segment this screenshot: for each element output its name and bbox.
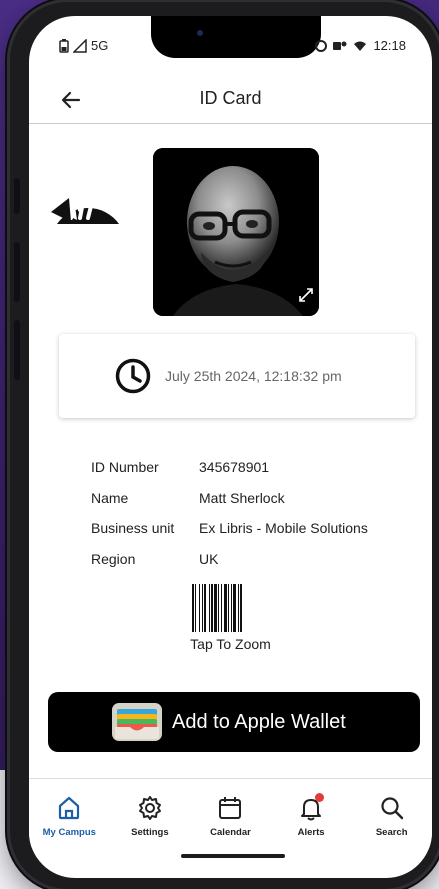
business-unit-value: Ex Libris - Mobile Solutions: [199, 520, 368, 537]
profile-photo[interactable]: [153, 148, 319, 316]
business-unit-row: Business unit Ex Libris - Mobile Solutio…: [91, 513, 368, 544]
tab-label-settings: Settings: [131, 827, 169, 838]
add-to-apple-wallet-button[interactable]: Add to Apple Wallet: [48, 692, 420, 752]
network-label: 5G: [91, 38, 109, 53]
timestamp-card: July 25th 2024, 12:18:32 pm: [59, 334, 415, 418]
alert-badge: [315, 793, 325, 802]
status-right: 12:18: [315, 38, 406, 53]
status-left: 5G: [59, 38, 108, 53]
expand-icon[interactable]: [299, 288, 313, 302]
tab-my-campus[interactable]: My Campus: [29, 779, 110, 848]
volume-up-button: [14, 242, 20, 302]
tab-settings[interactable]: Settings: [110, 779, 191, 848]
region-value: UK: [199, 550, 219, 567]
tab-label-alerts: Alerts: [297, 827, 325, 838]
id-number-label: ID Number: [91, 459, 159, 476]
battery-icon: [59, 38, 69, 53]
phone-frame: 5G 12:18 ID Card July 25th 2024, 12:18:3…: [10, 2, 439, 889]
home-indicator[interactable]: [181, 854, 285, 858]
name-label: Name: [91, 489, 129, 506]
barcode-caption[interactable]: Tap To Zoom: [29, 636, 432, 652]
name-row: Name Matt Sherlock: [91, 483, 368, 514]
search-icon: [381, 797, 403, 820]
barcode[interactable]: [192, 584, 282, 632]
wifi-icon: [354, 41, 367, 51]
business-unit-label: Business unit: [91, 520, 175, 537]
settings-circle-icon: [315, 39, 328, 52]
name-value: Matt Sherlock: [199, 489, 285, 506]
profile-photo-image: [153, 148, 319, 316]
tab-alerts[interactable]: Alerts: [271, 779, 352, 848]
screen: 5G 12:18 ID Card July 25th 2024, 12:18:3…: [29, 16, 432, 878]
status-bar: 5G 12:18: [29, 34, 432, 58]
tab-calendar[interactable]: Calendar: [190, 779, 271, 848]
tab-label-search: Search: [375, 827, 408, 838]
app-header: ID Card: [29, 78, 432, 124]
page-title: ID Card: [199, 88, 262, 108]
home-icon: [59, 796, 80, 820]
tab-label-my-campus: My Campus: [42, 827, 96, 838]
clock-icon: [115, 358, 151, 394]
barcode-bar: [240, 584, 242, 632]
region-row: Region UK: [91, 544, 368, 575]
wallet-icon: [112, 703, 162, 741]
signal-icon: [73, 38, 87, 53]
id-number-value: 345678901: [199, 459, 270, 476]
id-number-row: ID Number 345678901: [91, 452, 368, 483]
id-details: ID Number 345678901 Name Matt Sherlock B…: [91, 452, 368, 574]
calendar-icon: [219, 797, 242, 819]
timestamp-text: July 25th 2024, 12:18:32 pm: [165, 368, 342, 384]
organization-logo-icon: [51, 192, 119, 224]
wallet-button-label: Add to Apple Wallet: [172, 710, 346, 733]
volume-down-button: [14, 320, 20, 380]
bottom-tab-bar: My Campus Settings Calendar Alerts Searc…: [29, 778, 432, 848]
region-label: Region: [91, 550, 136, 567]
tab-label-calendar: Calendar: [210, 827, 251, 838]
tab-search[interactable]: Search: [351, 779, 432, 848]
side-button: [14, 178, 20, 214]
teams-icon: [333, 41, 347, 50]
clock-label: 12:18: [373, 38, 406, 53]
gear-icon: [138, 796, 161, 820]
